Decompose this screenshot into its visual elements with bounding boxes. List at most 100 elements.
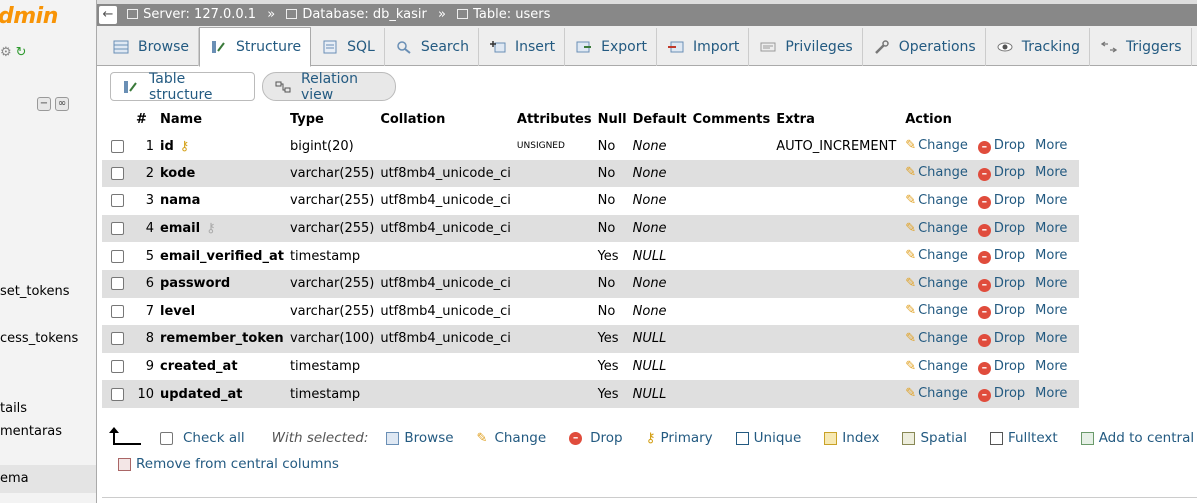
table-row[interactable]: 4 email ⚷ varchar(255) utf8mb4_unicode_ci No N…: [102, 214, 1080, 243]
row-checkbox[interactable]: [111, 249, 124, 263]
database-icon: [286, 9, 298, 19]
header-default[interactable]: Default: [629, 108, 690, 133]
collapse-icon[interactable]: −: [37, 97, 51, 111]
tab-search[interactable]: Search: [385, 28, 479, 66]
table-row[interactable]: 8 remember_token varchar(100) utf8mb4_unico…: [102, 325, 1080, 353]
more-button[interactable]: More: [1035, 165, 1067, 180]
reload-icon[interactable]: ↻: [16, 45, 27, 60]
drop-button[interactable]: – Drop: [977, 303, 1025, 320]
header-null[interactable]: Null: [594, 108, 630, 133]
nav-item-details[interactable]: tails: [0, 401, 27, 416]
change-button[interactable]: ✎ Change: [905, 303, 968, 318]
tab-operations[interactable]: Operations: [863, 28, 986, 66]
row-checkbox[interactable]: [111, 387, 124, 401]
tab-browse[interactable]: Browse: [102, 28, 199, 66]
nav-item-access-tokens[interactable]: cess_tokens: [0, 331, 78, 346]
bulk-browse-button[interactable]: Browse: [386, 430, 454, 446]
link-icon[interactable]: ∞: [55, 97, 69, 111]
change-button[interactable]: ✎ Change: [905, 248, 968, 263]
header-comments[interactable]: Comments: [689, 108, 774, 133]
table-row[interactable]: 6 password varchar(255) utf8mb4_unicode_ci N…: [102, 269, 1080, 298]
tab-triggers[interactable]: Triggers: [1090, 28, 1192, 66]
more-button[interactable]: More: [1035, 331, 1067, 346]
row-checkbox[interactable]: [111, 222, 124, 236]
tab-privileges[interactable]: Privileges: [749, 28, 863, 66]
table-row[interactable]: 9 created_at timestamp Yes NULL ✎ Change – Drop M…: [102, 352, 1080, 381]
nav-item-tokens[interactable]: set_tokens: [0, 284, 70, 299]
row-checkbox[interactable]: [111, 277, 124, 291]
row-checkbox[interactable]: [111, 166, 124, 180]
table-row[interactable]: 7 level varchar(255) utf8mb4_unicode_ci No No…: [102, 297, 1080, 326]
bulk-change-button[interactable]: ✎ Change: [477, 430, 547, 446]
drop-button[interactable]: – Drop: [977, 331, 1025, 347]
bulk-fulltext-button[interactable]: Fulltext: [989, 430, 1058, 446]
more-button[interactable]: More: [1035, 221, 1067, 236]
bulk-remove-central-button[interactable]: Remove from central columns: [118, 456, 339, 472]
breadcrumb-server[interactable]: Server: 127.0.0.1: [143, 7, 256, 22]
bulk-index-button[interactable]: Index: [824, 430, 879, 446]
change-button[interactable]: ✎ Change: [905, 386, 968, 401]
bulk-add-central-button[interactable]: Add to central: [1080, 430, 1194, 446]
subtab-table-structure[interactable]: Table structure: [110, 71, 255, 103]
check-all-checkbox[interactable]: [160, 431, 173, 445]
table-row[interactable]: 5 email_verified_at timestamp Yes NULL ✎ Chang…: [102, 242, 1080, 270]
change-button[interactable]: ✎ Change: [905, 331, 968, 346]
change-button[interactable]: ✎ Change: [905, 165, 968, 180]
nav-item-komentaras[interactable]: mentaras: [0, 424, 62, 439]
drop-button[interactable]: – Drop: [977, 138, 1025, 155]
tab-export[interactable]: Export: [565, 28, 657, 66]
header-attributes[interactable]: Attributes: [513, 108, 595, 133]
bulk-drop-button[interactable]: – Drop: [569, 430, 623, 446]
nav-item-schema[interactable]: ema: [0, 465, 96, 493]
more-button[interactable]: More: [1035, 193, 1067, 208]
breadcrumb-table[interactable]: Table: users: [473, 7, 550, 22]
more-button[interactable]: More: [1035, 138, 1067, 153]
bulk-unique-button[interactable]: Unique: [735, 430, 801, 446]
bulk-primary-button[interactable]: ⚷ Primary: [646, 430, 713, 446]
drop-button[interactable]: – Drop: [977, 165, 1025, 182]
more-button[interactable]: More: [1035, 386, 1067, 401]
settings-icon[interactable]: ⚙: [0, 45, 12, 60]
change-button[interactable]: ✎ Change: [905, 221, 968, 236]
drop-button[interactable]: – Drop: [977, 386, 1025, 403]
change-button[interactable]: ✎ Change: [905, 138, 968, 153]
change-button[interactable]: ✎ Change: [905, 276, 968, 291]
drop-button[interactable]: – Drop: [977, 276, 1025, 292]
row-checkbox[interactable]: [111, 139, 124, 153]
row-checkbox[interactable]: [111, 194, 124, 208]
header-extra[interactable]: Extra: [773, 108, 903, 133]
tab-sql[interactable]: SQL: [311, 28, 385, 66]
table-row[interactable]: 1 id ⚷ bigint(20) UNSIGNED No None AUTO_INCREME…: [102, 132, 1080, 160]
drop-button[interactable]: – Drop: [977, 359, 1025, 375]
drop-button[interactable]: – Drop: [977, 221, 1025, 237]
breadcrumb-database[interactable]: Database: db_kasir: [302, 7, 427, 22]
header-num[interactable]: #: [133, 108, 157, 133]
more-button[interactable]: More: [1035, 276, 1067, 291]
table-row[interactable]: 10 updated_at timestamp Yes NULL ✎ Change – Drop…: [102, 380, 1080, 408]
change-button[interactable]: ✎ Change: [905, 359, 968, 374]
more-button[interactable]: More: [1035, 359, 1067, 374]
drop-button[interactable]: – Drop: [977, 193, 1025, 209]
drop-button[interactable]: – Drop: [977, 248, 1025, 265]
subtab-relation-view[interactable]: Relation view: [262, 71, 396, 103]
bulk-spatial-button[interactable]: Spatial: [902, 430, 967, 446]
tab-import[interactable]: Import: [657, 28, 750, 66]
back-arrow-icon[interactable]: ←: [99, 6, 117, 24]
cell-default: None: [629, 269, 690, 298]
check-all-label[interactable]: Check all: [183, 430, 245, 446]
table-row[interactable]: 3 nama varchar(255) utf8mb4_unicode_ci No Non…: [102, 187, 1080, 215]
tab-structure[interactable]: Structure: [198, 27, 312, 67]
tab-tracking[interactable]: Tracking: [986, 28, 1090, 66]
app-logo[interactable]: dmin: [0, 4, 58, 29]
more-button[interactable]: More: [1035, 303, 1067, 318]
row-checkbox[interactable]: [111, 304, 124, 318]
tab-insert[interactable]: Insert: [479, 28, 566, 66]
header-collation[interactable]: Collation: [377, 108, 514, 133]
more-button[interactable]: More: [1035, 248, 1067, 263]
row-checkbox[interactable]: [111, 332, 124, 346]
table-row[interactable]: 2 kode varchar(255) utf8mb4_unicode_ci No Non…: [102, 159, 1080, 188]
row-checkbox[interactable]: [111, 360, 124, 374]
header-name[interactable]: Name: [157, 108, 287, 133]
change-button[interactable]: ✎ Change: [905, 193, 968, 208]
header-type[interactable]: Type: [286, 108, 378, 133]
